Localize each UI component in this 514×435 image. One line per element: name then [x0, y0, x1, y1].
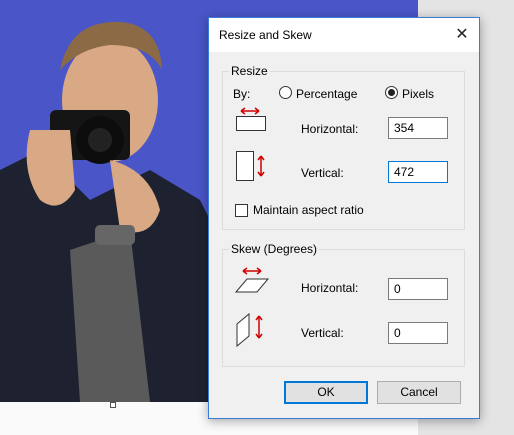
resize-vertical-label: Vertical: — [301, 166, 344, 180]
resize-group-label: Resize — [229, 64, 270, 78]
skew-vertical-icon — [236, 312, 263, 348]
maintain-aspect-ratio-checkbox[interactable] — [235, 204, 248, 217]
resize-vertical-input[interactable] — [388, 161, 448, 183]
ok-button[interactable]: OK — [284, 381, 368, 404]
canvas-resize-handle[interactable] — [110, 402, 116, 408]
resize-group: Resize By: Percentage Pixels Horizontal:… — [222, 64, 465, 230]
skew-vertical-label: Vertical: — [301, 326, 344, 340]
cancel-button[interactable]: Cancel — [377, 381, 461, 404]
skew-horizontal-icon — [234, 267, 270, 293]
skew-vertical-input[interactable] — [388, 322, 448, 344]
maintain-aspect-ratio-label[interactable]: Maintain aspect ratio — [253, 203, 364, 217]
dialog-titlebar[interactable]: Resize and Skew ✕ — [209, 18, 479, 52]
resize-vertical-icon — [236, 151, 265, 181]
resize-skew-dialog: Resize and Skew ✕ Resize By: Percentage … — [208, 17, 480, 419]
resize-horizontal-label: Horizontal: — [301, 122, 359, 136]
skew-horizontal-input[interactable] — [388, 278, 448, 300]
resize-horizontal-input[interactable] — [388, 117, 448, 139]
skew-group: Skew (Degrees) Horizontal: Vertical: — [222, 242, 465, 367]
percentage-radio[interactable] — [279, 86, 292, 99]
pixels-radio[interactable] — [385, 86, 398, 99]
by-label: By: — [233, 87, 251, 101]
percentage-radio-label[interactable]: Percentage — [296, 87, 357, 101]
resize-horizontal-icon — [236, 107, 266, 131]
pixels-radio-label[interactable]: Pixels — [402, 87, 434, 101]
skew-group-label: Skew (Degrees) — [229, 242, 320, 256]
dialog-title: Resize and Skew — [219, 28, 312, 42]
skew-horizontal-label: Horizontal: — [301, 281, 359, 295]
close-icon[interactable]: ✕ — [451, 24, 473, 46]
